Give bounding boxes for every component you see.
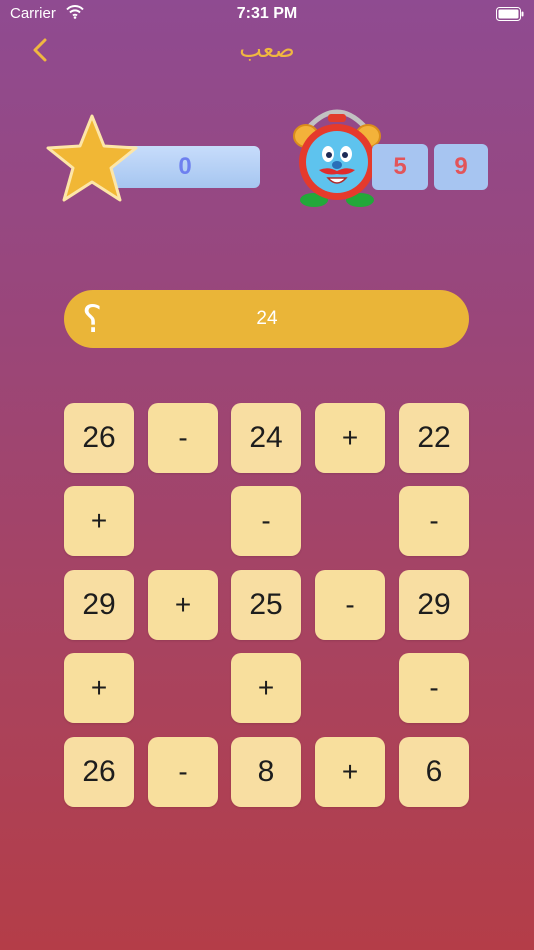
operator-cell[interactable]: -	[315, 570, 385, 640]
question-mark: ؟	[82, 297, 103, 341]
page-title: صعب	[239, 35, 295, 63]
operator-cell[interactable]: +	[64, 653, 134, 723]
number-cell[interactable]: 22	[399, 403, 469, 473]
number-cell[interactable]: 6	[399, 737, 469, 807]
status-bar: Carrier 7:31 PM	[0, 0, 534, 28]
star-icon	[44, 112, 140, 204]
operator-cell[interactable]: -	[231, 486, 301, 556]
alarm-clock-icon	[292, 104, 382, 210]
operator-cell[interactable]: +	[315, 403, 385, 473]
number-cell[interactable]: 24	[231, 403, 301, 473]
timer-digit-2: 9	[434, 144, 488, 190]
operator-cell[interactable]: -	[148, 737, 218, 807]
nav-bar: صعب	[0, 30, 534, 70]
operator-cell[interactable]: +	[64, 486, 134, 556]
number-cell[interactable]: 26	[64, 403, 134, 473]
operator-cell[interactable]: +	[231, 653, 301, 723]
clock-time: 7:31 PM	[236, 5, 298, 22]
target-value: 24	[256, 308, 278, 329]
battery-icon	[496, 7, 524, 26]
timer-digit-1: 5	[372, 144, 428, 190]
score-value: 0	[178, 153, 192, 180]
operator-cell[interactable]: +	[148, 570, 218, 640]
number-cell[interactable]: 29	[64, 570, 134, 640]
number-cell[interactable]: 26	[64, 737, 134, 807]
number-cell[interactable]: 25	[231, 570, 301, 640]
operator-cell[interactable]: +	[315, 737, 385, 807]
operator-cell[interactable]: -	[399, 653, 469, 723]
operator-cell[interactable]: -	[148, 403, 218, 473]
number-cell[interactable]: 29	[399, 570, 469, 640]
operator-cell[interactable]: -	[399, 486, 469, 556]
number-cell[interactable]: 8	[231, 737, 301, 807]
